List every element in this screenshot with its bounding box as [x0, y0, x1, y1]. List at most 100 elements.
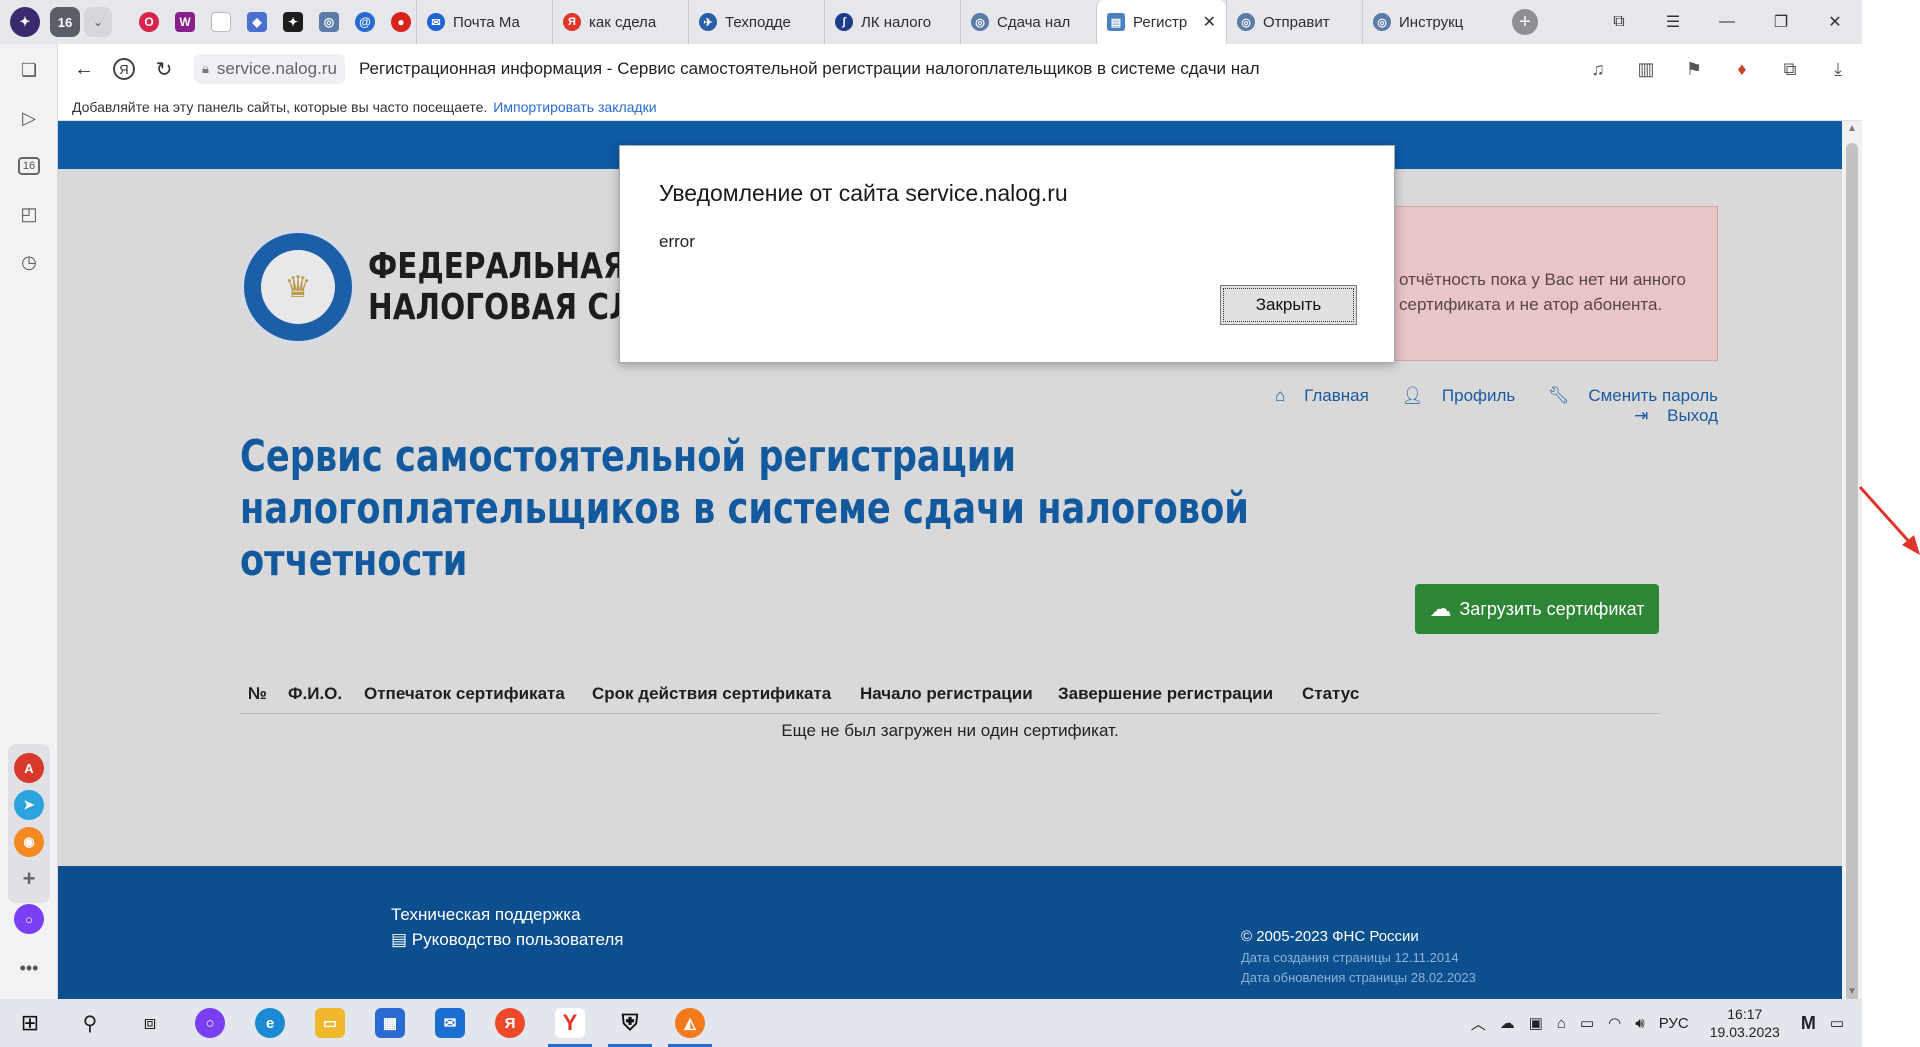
- device-icon[interactable]: ⌂: [1557, 1015, 1566, 1032]
- reload-icon[interactable]: ↻: [144, 49, 184, 89]
- close-tab-icon[interactable]: ✕: [1203, 12, 1216, 32]
- yandex-icon: Я: [563, 13, 581, 31]
- tab-sdacha[interactable]: ◎ Сдача нал: [960, 0, 1096, 44]
- footer-links: Техническая поддержка ▤ Руководство поль…: [391, 902, 624, 952]
- share-icon[interactable]: ⧉: [1766, 59, 1814, 80]
- tab-send[interactable]: ◎ Отправит: [1226, 0, 1362, 44]
- home-link[interactable]: ⌂ Главная: [1261, 386, 1369, 405]
- dialog-close-button[interactable]: Закрыть: [1220, 285, 1357, 325]
- system-tray: ︿ ☁ ▣ ⌂ ▭ ◠ 🔊︎ РУС 16:17 19.03.2023 M ▭: [1464, 1005, 1862, 1041]
- tab-mail[interactable]: ✉ Почта Ма: [416, 0, 552, 44]
- task-view-icon[interactable]: ⧈: [120, 999, 180, 1047]
- orange-app-icon[interactable]: ◭: [660, 999, 720, 1047]
- minimize-icon[interactable]: —: [1700, 13, 1754, 31]
- scroll-up-icon[interactable]: ▲: [1847, 123, 1857, 134]
- page-title-in-address[interactable]: Регистрационная информация - Сервис само…: [359, 59, 1259, 79]
- add-app-icon[interactable]: +: [14, 864, 44, 894]
- mail-app-icon[interactable]: ✉: [420, 999, 480, 1047]
- yandex-home-icon[interactable]: Я: [104, 49, 144, 89]
- alice-taskbar-icon[interactable]: ○: [180, 999, 240, 1047]
- pinned-tab-red[interactable]: ●: [386, 7, 416, 37]
- battery-icon[interactable]: ▭: [1580, 1014, 1594, 1032]
- logout-link[interactable]: ⇥ Выход: [1620, 406, 1718, 425]
- telegram-icon[interactable]: ➤: [14, 790, 44, 820]
- table-empty-message: Еще не был загружен ни один сертификат.: [781, 721, 1119, 740]
- tab-support[interactable]: ✈ Техподде: [688, 0, 824, 44]
- tab-yandex-search[interactable]: Якак сдела: [552, 0, 688, 44]
- alice-icon[interactable]: ○: [14, 904, 44, 934]
- pinned-tab-mail[interactable]: @: [350, 7, 380, 37]
- support-link[interactable]: Техническая поддержка: [391, 902, 624, 927]
- windows-start-icon[interactable]: ⊞: [0, 999, 60, 1047]
- collections-icon[interactable]: ⧉: [1592, 13, 1646, 31]
- search-icon[interactable]: ⚲: [60, 999, 120, 1047]
- wifi-icon[interactable]: ◠: [1608, 1014, 1621, 1032]
- yandex-app-icon[interactable]: Я: [480, 999, 540, 1047]
- download-icon[interactable]: ⤓: [1814, 59, 1862, 80]
- chevron-up-icon[interactable]: ︿: [1471, 1013, 1486, 1034]
- file-explorer-icon[interactable]: ▭: [300, 999, 360, 1047]
- chevron-down-icon[interactable]: ⌄: [84, 7, 112, 37]
- pinned-tab-blank[interactable]: [206, 7, 236, 37]
- change-password-link[interactable]: 🔧︎ Сменить пароль: [1534, 386, 1718, 405]
- tab-instructions[interactable]: ◎ Инструкц: [1362, 0, 1498, 44]
- pinned-tab-star[interactable]: ✦: [278, 7, 308, 37]
- pinned-tab-nalog[interactable]: ◎: [314, 7, 344, 37]
- headphones-icon[interactable]: ♫: [1574, 59, 1622, 80]
- tabs-counter-icon[interactable]: 16: [0, 142, 58, 190]
- wrench-icon: 🔧︎: [1548, 386, 1570, 405]
- page-footer: Техническая поддержка ▤ Руководство поль…: [58, 866, 1842, 999]
- pinned-tab-wildberries[interactable]: W: [170, 7, 200, 37]
- reader-mode-icon[interactable]: ▥: [1622, 59, 1670, 80]
- fns-icon: ◎: [1373, 13, 1391, 31]
- tab-counter[interactable]: 16: [50, 7, 80, 37]
- new-tab-button[interactable]: +: [1512, 9, 1538, 35]
- page-title: Сервис самостоятельной регистрации налог…: [240, 431, 1249, 586]
- more-icon[interactable]: •••: [0, 944, 58, 992]
- lock-icon: 🔒︎: [202, 61, 209, 76]
- fns-seal-icon: ♛: [240, 229, 356, 345]
- monitor-app-icon[interactable]: M: [1801, 1013, 1816, 1034]
- language-indicator[interactable]: РУС: [1659, 1015, 1689, 1032]
- close-window-icon[interactable]: ✕: [1808, 12, 1862, 32]
- profile-link[interactable]: 👤︎ Профиль: [1388, 386, 1516, 405]
- column-header: Отпечаток сертификата: [364, 684, 565, 703]
- annotation-arrow-icon: [1858, 485, 1920, 555]
- bookmark-icon[interactable]: ⚑: [1670, 59, 1718, 80]
- restore-icon[interactable]: ❐: [1754, 12, 1808, 32]
- address-bar: ← Я ↻ 🔒︎ service.nalog.ru Регистрационна…: [58, 44, 1862, 94]
- scroll-down-icon[interactable]: ▼: [1847, 986, 1857, 997]
- zen-app-icon[interactable]: ◉: [14, 827, 44, 857]
- upload-certificate-button[interactable]: ☁ Загрузить сертификат: [1415, 584, 1659, 634]
- tray-app-icon[interactable]: ▣: [1529, 1014, 1543, 1032]
- menu-icon[interactable]: ☰: [1646, 12, 1700, 32]
- notifications-icon[interactable]: ▭: [1830, 1014, 1844, 1032]
- play-icon[interactable]: ▷: [0, 94, 58, 142]
- tab-registration-active[interactable]: ▤ Регистр ✕: [1096, 0, 1226, 44]
- yandex-browser-icon[interactable]: Y: [540, 999, 600, 1047]
- cloud-icon[interactable]: ☁: [1500, 1014, 1515, 1032]
- collections-sidebar-icon[interactable]: ❏: [0, 46, 58, 94]
- fns-icon: ◎: [1237, 13, 1255, 31]
- scrollbar-thumb[interactable]: [1846, 143, 1858, 1013]
- back-arrow-icon[interactable]: ←: [64, 49, 104, 89]
- translate-app-icon[interactable]: A: [14, 753, 44, 783]
- history-clock-icon[interactable]: ◷: [0, 238, 58, 286]
- yandex-logo-icon[interactable]: ✦: [10, 7, 40, 37]
- fns-icon: ◎: [971, 13, 989, 31]
- security-shield-icon[interactable]: ⛨: [600, 999, 660, 1047]
- volume-icon[interactable]: 🔊︎: [1635, 1015, 1644, 1032]
- pinned-tab-opera[interactable]: O: [134, 7, 164, 37]
- address-bar-actions: ♫ ▥ ⚑ ♦ ⧉ ⤓: [1574, 59, 1862, 80]
- tab-lk-nalog[interactable]: ∫ ЛК налого: [824, 0, 960, 44]
- pinned-tab-shield[interactable]: ◆: [242, 7, 272, 37]
- screenshot-icon[interactable]: ◰: [0, 190, 58, 238]
- import-bookmarks-link[interactable]: Импортировать закладки: [493, 99, 656, 115]
- url-host-pill[interactable]: 🔒︎ service.nalog.ru: [194, 54, 345, 84]
- page-scrollbar[interactable]: ▲ ▼: [1842, 121, 1862, 1013]
- store-icon[interactable]: ▦: [360, 999, 420, 1047]
- extension-icon[interactable]: ♦: [1718, 59, 1766, 80]
- manual-link[interactable]: ▤ Руководство пользователя: [391, 927, 624, 952]
- clock[interactable]: 16:17 19.03.2023: [1710, 1005, 1780, 1041]
- edge-icon[interactable]: e: [240, 999, 300, 1047]
